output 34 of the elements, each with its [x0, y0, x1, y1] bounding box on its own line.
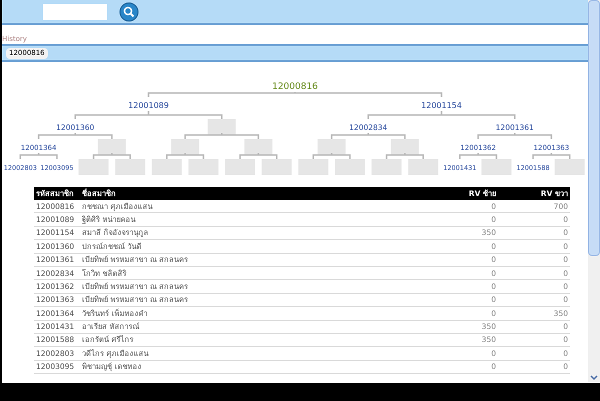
empty-node: [188, 159, 218, 175]
empty-node: [481, 159, 512, 175]
empty-node: [152, 159, 182, 175]
empty-node: [208, 119, 236, 135]
empty-node: [372, 159, 402, 175]
empty-node: [554, 159, 585, 175]
scrollbar[interactable]: [588, 0, 600, 383]
member-id[interactable]: 12001154: [421, 101, 462, 110]
search-field[interactable]: [43, 4, 107, 20]
tree-connector: [166, 152, 204, 160]
empty-node: [78, 159, 109, 175]
empty-node: [298, 159, 328, 175]
empty-node: [171, 139, 200, 155]
empty-node: [115, 159, 146, 175]
empty-node: [98, 139, 126, 155]
member-id[interactable]: 12001089: [128, 101, 169, 110]
empty-node: [244, 139, 272, 155]
member-id[interactable]: 12000816: [272, 82, 318, 92]
tree-connector: [532, 152, 570, 160]
search-icon[interactable]: [119, 2, 139, 22]
empty-node: [262, 159, 292, 175]
tree-connector: [312, 152, 351, 160]
empty-node: [334, 159, 365, 175]
scroll-down-icon[interactable]: [588, 373, 600, 383]
scrollbar-thumb[interactable]: [588, 0, 600, 256]
tree-connector: [92, 152, 131, 160]
empty-node: [318, 139, 346, 155]
tree-connector: [386, 152, 424, 160]
tree-connector: [239, 152, 278, 160]
empty-node: [225, 159, 256, 175]
empty-node: [390, 139, 419, 155]
empty-node: [408, 159, 438, 175]
tree-connector: [20, 152, 58, 160]
tree-connector: [459, 152, 498, 160]
